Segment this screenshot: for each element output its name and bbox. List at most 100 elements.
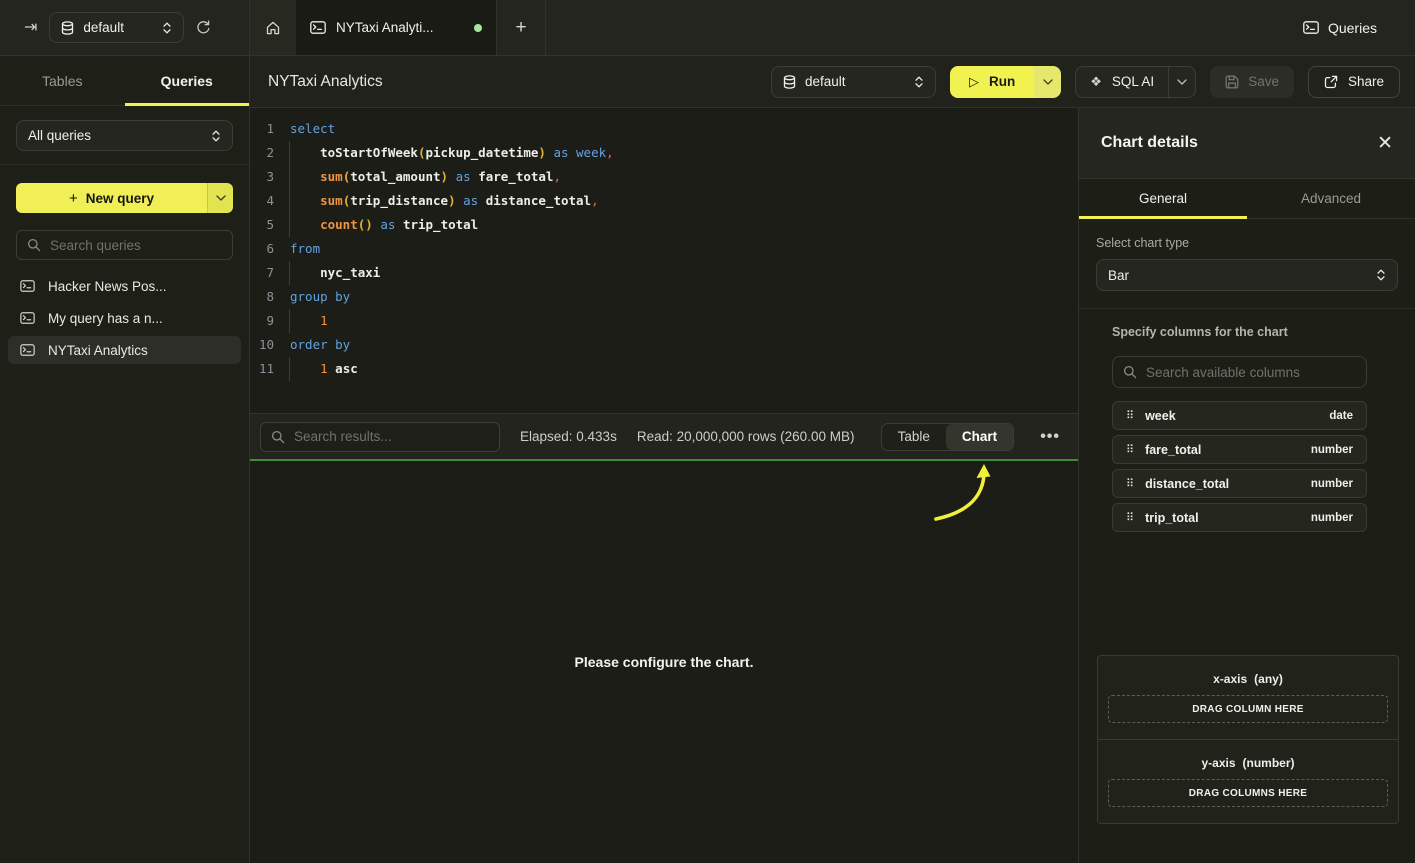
columns-section-label: Specify columns for the chart [1112,325,1367,339]
line-number: 6 [250,237,290,261]
chevron-updown-icon [1376,268,1386,282]
results-search-input[interactable] [294,429,489,444]
save-button[interactable]: Save [1210,66,1294,98]
sql-ai-label: SQL AI [1112,74,1154,89]
queries-button[interactable]: Queries [1303,0,1377,55]
column-row-week[interactable]: ⠿ weekdate [1112,401,1367,430]
chevron-updown-icon [211,129,221,143]
column-type: number [1311,512,1353,524]
sql-editor[interactable]: 1select2 toStartOfWeek(pickup_datetime) … [250,108,1078,413]
sidebar-tab-tables[interactable]: Tables [0,56,125,105]
share-button[interactable]: Share [1308,66,1400,98]
code-line[interactable]: 1select [250,117,1078,141]
sparkle-icon: ❖ [1090,74,1102,90]
query-list-item[interactable]: My query has a n... [8,304,241,332]
home-tab[interactable] [250,0,296,55]
view-toggle-table[interactable]: Table [882,424,946,450]
run-label: Run [989,74,1015,89]
y-axis-hint: (number) [1243,756,1295,770]
topbar-database-select[interactable]: default [49,12,184,43]
view-toggle: Table Chart [881,423,1015,451]
column-type: date [1329,410,1353,422]
drag-handle-icon[interactable]: ⠿ [1126,443,1134,456]
code-line[interactable]: 2 toStartOfWeek(pickup_datetime) as week… [250,141,1078,165]
collapse-sidebar-icon[interactable]: ⇥ [24,20,37,36]
x-axis-drop-zone[interactable]: DRAG COLUMN HERE [1108,695,1388,723]
new-query-dropdown-button[interactable] [207,183,233,213]
tab-general[interactable]: General [1079,179,1247,218]
chevron-updown-icon [162,21,172,35]
sidebar-tab-queries[interactable]: Queries [125,56,250,105]
save-label: Save [1248,74,1279,89]
sql-ai-dropdown-button[interactable] [1168,67,1195,97]
line-number: 2 [250,141,290,165]
tab-strip: NYTaxi Analyti... + Queries [250,0,1415,55]
column-row-trip_total[interactable]: ⠿trip_totalnumber [1112,503,1367,532]
drag-handle-icon[interactable]: ⠿ [1126,409,1134,422]
drag-handle-icon[interactable]: ⠿ [1126,477,1134,490]
unsaved-changes-dot [474,24,482,32]
columns-search-input[interactable] [1146,365,1356,380]
query-list-item[interactable]: NYTaxi Analytics [8,336,241,364]
query-list: Hacker News Pos... My query has a n... NYT… [8,272,241,364]
close-icon[interactable]: ✕ [1377,134,1393,153]
code-line[interactable]: 9 1 [250,309,1078,333]
line-number: 1 [250,117,290,141]
sql-ai-button[interactable]: ❖ SQL AI [1076,74,1168,90]
line-number: 9 [250,309,290,333]
sql-editor-lines: 1select2 toStartOfWeek(pickup_datetime) … [250,117,1078,381]
new-query-button[interactable]: + New query [16,183,207,213]
view-toggle-chart[interactable]: Chart [946,424,1013,450]
chart-type-label: Select chart type [1096,236,1398,250]
refresh-icon[interactable] [196,20,211,35]
drag-handle-icon[interactable]: ⠿ [1126,511,1134,524]
column-name: fare_total [1145,443,1311,457]
elapsed-stat: Elapsed: 0.433s [520,429,617,444]
more-options-icon[interactable]: ••• [1034,429,1066,445]
chart-details-panel: Chart details ✕ General Advanced Select … [1078,108,1415,862]
code-line[interactable]: 8group by [250,285,1078,309]
tab-label: NYTaxi Analyti... [336,20,434,35]
line-number: 10 [250,333,290,357]
indent-guide [289,141,290,165]
column-rows: ⠿ weekdate ⠿ fare_totalnumber ⠿distance_tota… [1112,401,1367,532]
tab-advanced[interactable]: Advanced [1247,179,1415,218]
line-number: 7 [250,261,290,285]
code-line[interactable]: 10order by [250,333,1078,357]
database-icon [783,75,796,89]
query-filter-select[interactable]: All queries [16,120,233,151]
column-name: week [1145,409,1329,423]
x-axis-hint: (any) [1254,672,1283,686]
query-list-item[interactable]: Hacker News Pos... [8,272,241,300]
chart-area: Please configure the chart. [250,461,1078,862]
sidebar-tabs: Tables Queries [0,56,249,106]
line-number: 11 [250,357,290,381]
main: NYTaxi Analytics default ▷ Run [250,56,1415,862]
chart-panel-header: Chart details ✕ [1079,108,1415,179]
column-row-distance_total[interactable]: ⠿distance_totalnumber [1112,469,1367,498]
code-line[interactable]: 11 1 asc [250,357,1078,381]
tab-nytaxi-analytics[interactable]: NYTaxi Analyti... [296,0,497,55]
terminal-icon [20,312,35,324]
topbar: ⇥ default [0,0,1415,56]
code-line[interactable]: 4 sum(trip_distance) as distance_total, [250,189,1078,213]
column-row-fare_total[interactable]: ⠿fare_totalnumber [1112,435,1367,464]
chart-type-select[interactable]: Bar [1096,259,1398,291]
y-axis-drop-zone[interactable]: DRAG COLUMNS HERE [1108,779,1388,807]
run-button[interactable]: ▷ Run [950,66,1034,98]
query-search-input[interactable] [50,238,227,253]
new-tab-button[interactable]: + [515,18,526,37]
indent-guide [289,165,290,189]
indent-guide [289,357,290,381]
code-line[interactable]: 5 count() as trip_total [250,213,1078,237]
sidebar-divider [0,164,249,165]
header-database-select[interactable]: default [771,66,936,98]
code-line[interactable]: 7 nyc_taxi [250,261,1078,285]
code-line[interactable]: 6from [250,237,1078,261]
query-filter-value: All queries [28,128,202,143]
new-query-label: New query [86,191,154,206]
run-dropdown-button[interactable] [1034,66,1061,98]
y-axis-section: y-axis(number) DRAG COLUMNS HERE [1098,739,1398,823]
code-line[interactable]: 3 sum(total_amount) as fare_total, [250,165,1078,189]
sidebar: Tables Queries All queries + New query [0,56,250,862]
